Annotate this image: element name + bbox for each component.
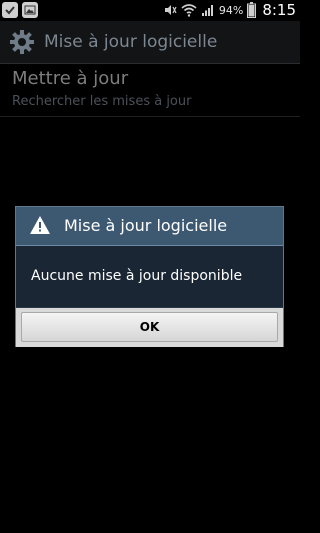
clock: 8:15 [262, 1, 296, 19]
dialog-title: Mise à jour logicielle [64, 216, 228, 235]
status-bar: 94% 8:15 [0, 0, 300, 21]
page-title: Mise à jour logicielle [44, 32, 218, 52]
notification-icons [2, 2, 38, 18]
dialog-footer: OK [16, 307, 283, 347]
gear-icon[interactable] [9, 29, 35, 55]
system-icons: 94% 8:15 [163, 1, 296, 19]
warning-icon [30, 216, 50, 234]
ok-button[interactable]: OK [21, 312, 278, 342]
list-item-update[interactable]: Mettre à jour Rechercher les mises à jou… [0, 64, 300, 117]
check-icon [2, 2, 18, 18]
action-bar: Mise à jour logicielle [0, 21, 300, 64]
wifi-icon [181, 4, 197, 17]
battery-icon [247, 2, 257, 18]
alert-dialog: Mise à jour logicielle Aucune mise à jou… [15, 206, 284, 347]
image-icon [22, 2, 38, 18]
mute-icon [164, 5, 177, 15]
dialog-body: Aucune mise à jour disponible [16, 246, 283, 308]
dialog-header: Mise à jour logicielle [16, 207, 283, 246]
dialog-message: Aucune mise à jour disponible [31, 268, 243, 284]
signal-icon [201, 5, 213, 16]
list-item-title: Mettre à jour [12, 68, 129, 89]
battery-percent: 94% [218, 3, 244, 17]
list-item-subtitle: Rechercher les mises à jour [12, 94, 192, 109]
